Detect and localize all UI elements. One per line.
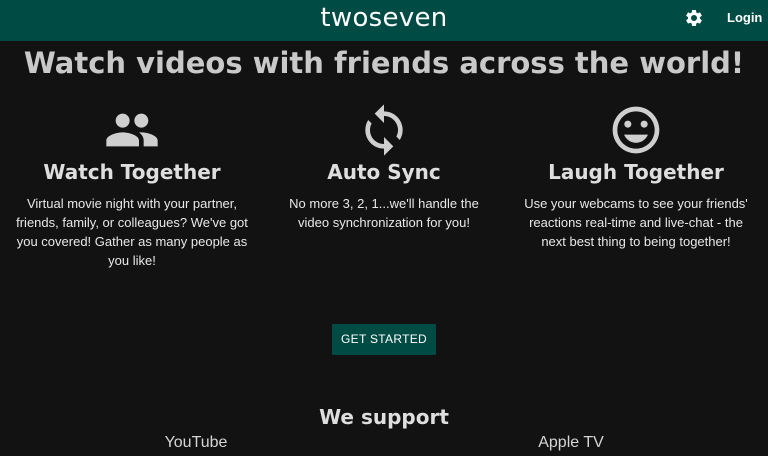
login-link[interactable]: Login (727, 10, 762, 25)
gear-icon[interactable] (684, 8, 704, 28)
feature-description: Use your webcams to see your friends' re… (524, 196, 748, 249)
feature-title: Watch Together (43, 160, 221, 184)
top-navbar: twoseven Login (0, 0, 768, 41)
sync-icon (365, 104, 403, 156)
people-icon (106, 113, 158, 147)
feature-watch-together: Watch Together Virtual movie night with … (4, 102, 260, 270)
feature-title: Laugh Together (548, 160, 724, 184)
feature-auto-sync: Auto Sync No more 3, 2, 1...we'll handle… (256, 102, 512, 232)
brand-logo[interactable]: twoseven (0, 3, 768, 33)
feature-laugh-together: Laugh Together Use your webcams to see y… (508, 102, 764, 251)
support-heading: We support (319, 405, 449, 429)
platform-apple-tv: Apple TV (538, 434, 604, 451)
hero-headline: Watch videos with friends across the wor… (23, 46, 745, 80)
platform-youtube: YouTube (164, 434, 228, 451)
feature-description: Virtual movie night with your partner, f… (16, 196, 248, 268)
get-started-button[interactable]: GET STARTED (332, 324, 436, 355)
feature-description: No more 3, 2, 1...we'll handle the video… (289, 196, 479, 230)
smiley-icon (612, 106, 660, 154)
feature-title: Auto Sync (327, 160, 441, 184)
